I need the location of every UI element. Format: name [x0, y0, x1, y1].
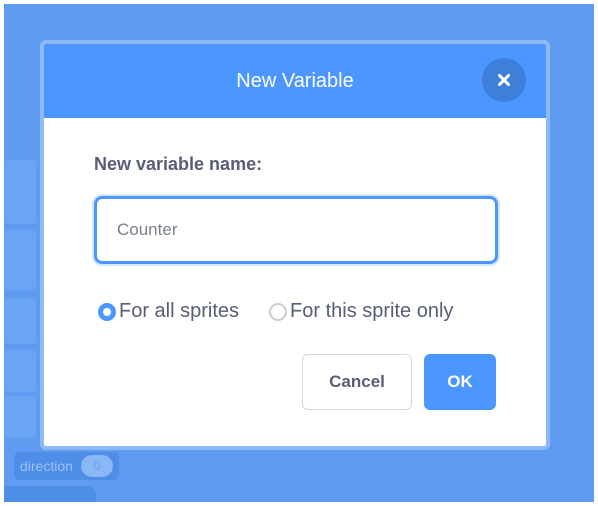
variable-name-label: New variable name:	[94, 154, 263, 174]
radio-label-this-sprite-only: For this sprite only	[290, 300, 454, 322]
variable-name-input[interactable]	[94, 196, 498, 264]
dialog-title: New Variable	[236, 70, 354, 92]
background-block	[4, 486, 96, 502]
background-block-value: 0	[80, 455, 113, 477]
close-button[interactable]	[482, 58, 526, 102]
radio-button-unchecked[interactable]	[269, 302, 288, 321]
background-block-label: direction	[20, 458, 73, 474]
dialog-header: New Variable	[44, 44, 546, 118]
background-block	[4, 298, 36, 344]
radio-for-all-sprites[interactable]: For all sprites	[98, 300, 239, 323]
close-icon	[498, 74, 510, 86]
modal-overlay: direction 0 New Variable New variable na…	[4, 4, 594, 502]
background-block	[4, 396, 36, 438]
ok-button[interactable]: OK	[424, 354, 496, 410]
radio-button-checked[interactable]	[98, 302, 116, 321]
background-direction-block: direction 0	[14, 452, 119, 480]
background-block	[4, 350, 36, 392]
dialog-body: New variable name: For all sprites For t…	[44, 118, 546, 446]
background-block	[4, 160, 36, 224]
radio-for-this-sprite-only[interactable]: For this sprite only	[269, 300, 453, 323]
new-variable-dialog: New Variable New variable name: For all …	[40, 40, 550, 450]
background-block	[4, 230, 36, 290]
cancel-button[interactable]: Cancel	[302, 354, 412, 410]
sprite-scope-options: For all sprites For this sprite only	[98, 300, 453, 323]
radio-label-all-sprites: For all sprites	[119, 300, 240, 322]
